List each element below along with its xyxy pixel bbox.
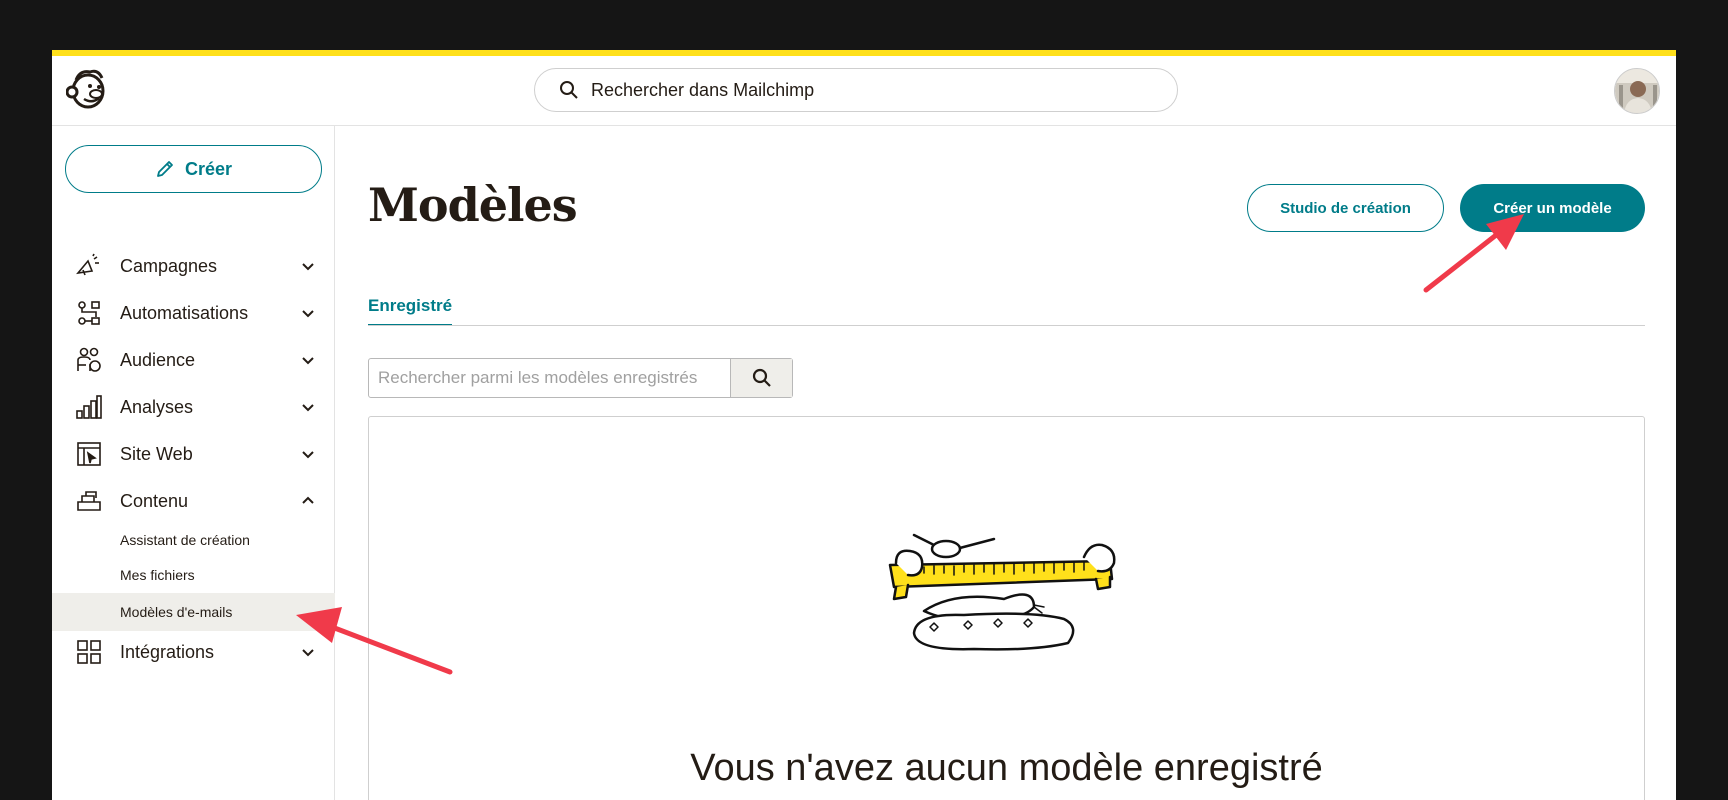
template-search-input[interactable] [369,359,731,397]
chevron-up-icon [302,496,314,504]
chevron-down-icon [302,404,314,412]
sidebar-item-campagnes[interactable]: Campagnes [52,244,335,288]
automation-icon [76,300,102,326]
create-button-label: Créer [184,158,233,179]
sidebar-item-label: Analyses [120,396,194,417]
top-bar: Rechercher dans Mailchimp [52,56,1676,126]
sidebar-item-analyses[interactable]: Analyses [52,385,335,429]
tab-divider [368,325,1645,326]
template-search [368,358,793,398]
sidebar-item-label: Campagnes [120,255,218,276]
search-icon [560,81,578,99]
studio-de-creation-button[interactable]: Studio de création [1247,184,1444,232]
sidebar-item-audience[interactable]: Audience [52,338,335,382]
annotation-arrow-create-template [1423,214,1524,293]
sidebar-subitem-assistant-de-creation[interactable]: Assistant de création [52,521,335,559]
empty-state-panel: Vous n'avez aucun modèle enregistré [368,416,1645,800]
sidebar-item-site-web[interactable]: Site Web [52,432,335,476]
sidebar-subitem-label: Modèles d'e-mails [120,604,233,620]
sidebar-subitem-mes-fichiers[interactable]: Mes fichiers [52,556,335,594]
template-search-button[interactable] [730,359,792,397]
chevron-down-icon [302,310,314,318]
global-search-placeholder: Rechercher dans Mailchimp [591,79,815,100]
sidebar-item-automatisations[interactable]: Automatisations [52,291,335,335]
megaphone-icon [76,253,102,279]
sidebar-item-contenu[interactable]: Contenu [52,479,335,523]
measuring-snake-illustration [884,527,1144,657]
sidebar-item-integrations[interactable]: Intégrations [52,630,335,674]
sidebar-subitem-modeles-emails[interactable]: Modèles d'e-mails [52,593,335,631]
sidebar: Créer Campagnes Automatisations Audience… [52,126,335,800]
global-search[interactable]: Rechercher dans Mailchimp [534,68,1178,112]
empty-state-message: Vous n'avez aucun modèle enregistré [690,747,1323,789]
grid-icon [76,639,102,665]
sidebar-subitem-label: Assistant de création [120,532,250,548]
sidebar-item-label: Audience [120,349,196,370]
app-window: Rechercher dans Mailchimp Créer Campagne… [52,50,1676,800]
website-icon [76,441,102,467]
sidebar-subitem-label: Mes fichiers [120,567,195,583]
chevron-down-icon [302,357,314,365]
pencil-icon [157,161,173,177]
user-avatar[interactable] [1614,68,1660,114]
sidebar-item-label: Site Web [120,443,193,464]
tab-enregistre[interactable]: Enregistré [368,296,453,326]
chevron-down-icon [302,451,314,459]
create-button[interactable]: Créer [65,145,322,193]
mailchimp-logo-icon[interactable] [65,66,110,112]
sidebar-item-label: Intégrations [120,641,215,662]
search-icon [752,368,771,387]
annotation-arrow-email-templates [296,607,453,675]
bar-chart-icon [76,394,102,420]
sidebar-item-label: Automatisations [120,302,249,323]
page-title: Modèles [368,178,578,232]
content-icon [76,488,102,514]
audience-icon [76,347,102,373]
sidebar-item-label: Contenu [120,490,189,511]
chevron-down-icon [302,263,314,271]
